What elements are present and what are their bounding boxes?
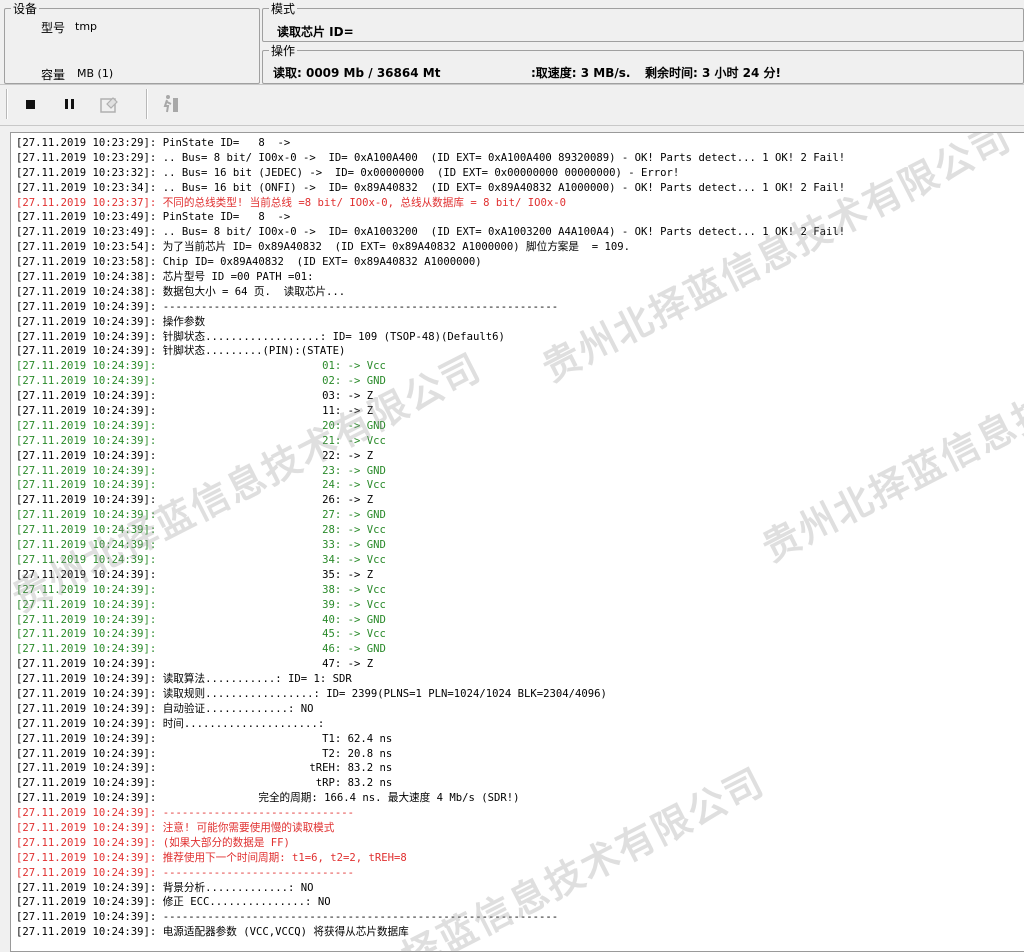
run-button[interactable] (156, 90, 184, 118)
log-line: [27.11.2019 10:24:39]: 20: -> GND (16, 419, 386, 432)
log-line: [27.11.2019 10:23:34]: .. Bus= 16 bit (O… (16, 181, 846, 194)
toolbar-separator (146, 89, 148, 119)
log-line: [27.11.2019 10:24:39]: T1: 62.4 ns (16, 732, 393, 745)
log-line: [27.11.2019 10:24:39]: 修正 ECC...........… (16, 896, 331, 909)
log-line: [27.11.2019 10:23:54]: 为了当前芯片 ID= 0x89A4… (16, 241, 631, 254)
log-line: [27.11.2019 10:24:39]: 01: -> Vcc (16, 360, 386, 373)
save-icon (100, 97, 118, 113)
log-line: [27.11.2019 10:24:39]: 40: -> GND (16, 613, 386, 626)
log-line: [27.11.2019 10:24:39]: 24: -> Vcc (16, 479, 386, 492)
log-panel[interactable]: [27.11.2019 10:23:29]: PinState ID= 8 ->… (10, 132, 1024, 952)
log-line: [27.11.2019 10:24:39]: 34: -> Vcc (16, 553, 386, 566)
read-speed-text: :取速度: 3 MB/s. (531, 66, 631, 80)
remaining-time-text: 剩余时间: 3 小时 24 分! (645, 66, 782, 80)
pause-icon (64, 99, 74, 109)
log-line: [27.11.2019 10:24:39]: 47: -> Z (16, 658, 374, 671)
log-line: [27.11.2019 10:23:29]: .. Bus= 8 bit/ IO… (16, 151, 846, 164)
operation-group: 操作 读取: 0009 Mb / 36864 Mt :取速度: 3 MB/s. … (262, 42, 1024, 84)
log-line: [27.11.2019 10:24:39]: T2: 20.8 ns (16, 747, 393, 760)
log-line: [27.11.2019 10:23:32]: .. Bus= 16 bit (J… (16, 166, 680, 179)
log-line: [27.11.2019 10:24:39]: -----------------… (16, 807, 355, 820)
log-line: [27.11.2019 10:23:58]: Chip ID= 0x89A408… (16, 256, 482, 269)
log-line: [27.11.2019 10:24:39]: 03: -> Z (16, 390, 374, 403)
operation-group-title: 操作 (269, 42, 298, 59)
device-group-title: 设备 (11, 0, 40, 17)
pause-button[interactable] (55, 90, 83, 118)
log-line: [27.11.2019 10:24:39]: 时间...............… (16, 717, 325, 730)
log-line: [27.11.2019 10:23:37]: 不同的总线类型! 当前总线 =8 … (16, 196, 567, 209)
log-line: [27.11.2019 10:24:39]: 自动验证.............… (16, 702, 314, 715)
log-line: [27.11.2019 10:24:39]: 操作参数 (16, 315, 206, 328)
log-line: [27.11.2019 10:24:38]: 芯片型号 ID =00 PATH … (16, 271, 314, 284)
log-line: [27.11.2019 10:24:39]: 针脚状态.............… (16, 330, 505, 343)
model-label: 型号 (41, 21, 66, 35)
toolbar (0, 84, 1024, 126)
log-line: [27.11.2019 10:24:39]: 35: -> Z (16, 568, 374, 581)
log-line: [27.11.2019 10:24:39]: 电源适配器参数 (VCC,VCCQ… (16, 926, 409, 939)
mode-group-title: 模式 (269, 0, 298, 17)
log-line: [27.11.2019 10:24:39]: -----------------… (16, 911, 559, 924)
stop-button[interactable] (16, 90, 44, 118)
log-line: [27.11.2019 10:24:39]: 27: -> GND (16, 509, 386, 522)
log-line: [27.11.2019 10:24:39]: 11: -> Z (16, 405, 374, 418)
log-line: [27.11.2019 10:24:39]: 39: -> Vcc (16, 598, 386, 611)
log-line: [27.11.2019 10:24:39]: 读取规则.............… (16, 687, 607, 700)
log-line: [27.11.2019 10:24:39]: 46: -> GND (16, 643, 386, 656)
save-button[interactable] (96, 90, 124, 118)
log-line: [27.11.2019 10:24:39]: 26: -> Z (16, 494, 374, 507)
log-line: [27.11.2019 10:24:39]: tRP: 83.2 ns (16, 777, 393, 790)
toolbar-separator (6, 89, 8, 119)
log-line: [27.11.2019 10:24:39]: (如果大部分的数据是 FF) (16, 836, 290, 849)
model-value: tmp (75, 20, 98, 33)
mode-value: 读取芯片 ID= (277, 25, 354, 39)
log-line: [27.11.2019 10:24:39]: 33: -> GND (16, 539, 386, 552)
log-line: [27.11.2019 10:23:49]: PinState ID= 8 -> (16, 211, 291, 224)
log-line: [27.11.2019 10:24:39]: 22: -> Z (16, 449, 374, 462)
read-progress-text: 读取: 0009 Mb / 36864 Mt (273, 66, 441, 80)
log-line: [27.11.2019 10:24:39]: 读取算法...........: … (16, 673, 352, 686)
log-lines: [27.11.2019 10:23:29]: PinState ID= 8 ->… (11, 133, 1024, 940)
log-line: [27.11.2019 10:24:39]: 背景分析.............… (16, 881, 314, 894)
mode-group: 模式 读取芯片 ID= (262, 0, 1024, 42)
log-line: [27.11.2019 10:24:39]: 针脚状态.........(PIN… (16, 345, 346, 358)
log-line: [27.11.2019 10:24:39]: 注意! 可能你需要使用慢的读取模式 (16, 821, 335, 834)
log-line: [27.11.2019 10:24:39]: 完全的周期: 166.4 ns. … (16, 792, 520, 805)
log-line: [27.11.2019 10:24:39]: 38: -> Vcc (16, 583, 386, 596)
log-line: [27.11.2019 10:23:29]: PinState ID= 8 -> (16, 137, 291, 149)
log-line: [27.11.2019 10:24:39]: 推荐使用下一个时间周期: t1=6… (16, 851, 407, 864)
log-line: [27.11.2019 10:24:39]: 23: -> GND (16, 464, 386, 477)
log-line: [27.11.2019 10:24:39]: -----------------… (16, 866, 355, 879)
log-line: [27.11.2019 10:24:39]: -----------------… (16, 300, 559, 313)
stop-icon (25, 99, 35, 109)
log-line: [27.11.2019 10:24:39]: tREH: 83.2 ns (16, 762, 393, 775)
log-line: [27.11.2019 10:24:39]: 21: -> Vcc (16, 434, 386, 447)
device-group: 设备 型号 tmp 容量 MB (1) (4, 0, 260, 84)
log-line: [27.11.2019 10:24:39]: 28: -> Vcc (16, 524, 386, 537)
log-line: [27.11.2019 10:24:39]: 02: -> GND (16, 375, 386, 388)
log-line: [27.11.2019 10:24:38]: 数据包大小 = 64 页. 读取芯… (16, 285, 346, 298)
capacity-label: 容量 (41, 68, 66, 82)
log-line: [27.11.2019 10:23:49]: .. Bus= 8 bit/ IO… (16, 226, 846, 239)
log-line: [27.11.2019 10:24:39]: 45: -> Vcc (16, 628, 386, 641)
capacity-value: MB (1) (77, 67, 114, 80)
runner-icon (163, 95, 178, 113)
